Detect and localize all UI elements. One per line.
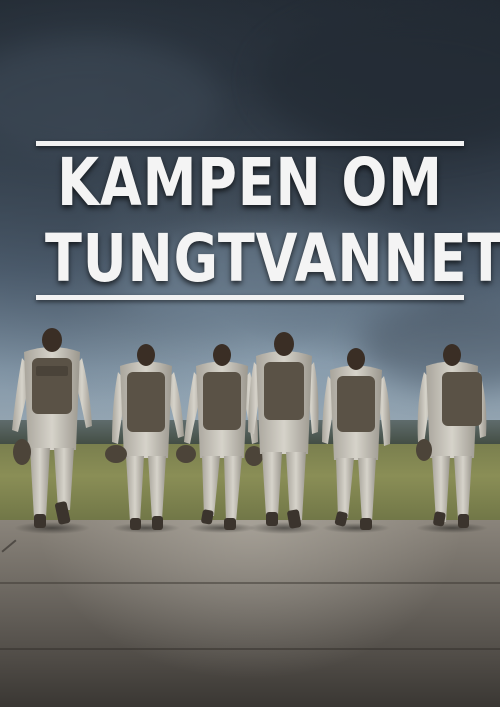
movie-poster: KAMPEN OM TUNGTVANNET: [0, 0, 500, 707]
title-rule-bottom: [36, 295, 464, 300]
soldier-2: [105, 344, 184, 533]
soldier-3: [176, 344, 263, 533]
title-line-1: KAMPEN OM: [57, 144, 443, 221]
soldier-6: [416, 344, 488, 533]
title-line-2: TUNGTVANNET: [45, 220, 500, 297]
walking-soldiers: [12, 328, 488, 534]
soldier-5: [322, 348, 391, 533]
soldier-1: [12, 328, 92, 534]
soldier-4: [248, 332, 320, 534]
